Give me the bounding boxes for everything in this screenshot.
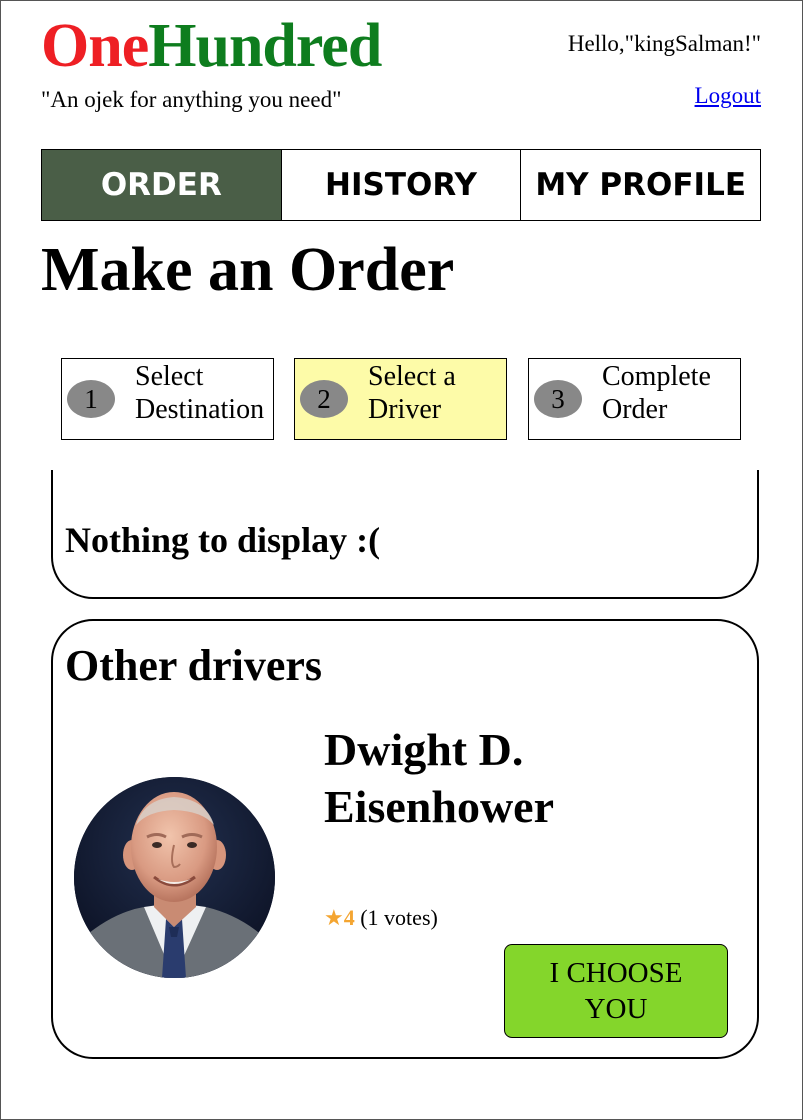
driver-name: Dwight D. Eisenhower: [324, 724, 554, 832]
step-label: Select a Driver: [368, 361, 456, 425]
choose-driver-button[interactable]: I CHOOSE YOU: [504, 944, 728, 1038]
step-select-destination: 1 Select Destination: [61, 358, 274, 440]
preferred-drivers-panel: Nothing to display :(: [51, 470, 759, 599]
brand-hundred: Hundred: [148, 12, 382, 80]
step-number: 2: [300, 380, 348, 418]
step-complete-order: 3 Complete Order: [528, 358, 741, 440]
brand-one: One: [41, 12, 149, 80]
brand-logo: OneHundred: [41, 10, 382, 82]
star-icon: ★: [324, 905, 344, 930]
step-select-driver: 2 Select a Driver: [294, 358, 507, 440]
driver-rating: ★4 (1 votes): [324, 904, 438, 932]
page-title: Make an Order: [41, 236, 455, 304]
step-number: 1: [67, 380, 115, 418]
step-label: Select Destination: [135, 361, 265, 425]
user-greeting: Hello,"kingSalman!": [567, 31, 761, 56]
empty-message: Nothing to display :(: [65, 520, 381, 560]
driver-avatar: [74, 777, 275, 978]
tab-history[interactable]: HISTORY: [280, 150, 521, 220]
rating-votes: (1 votes): [360, 905, 438, 930]
step-label: Complete Order: [602, 361, 711, 425]
driver-portrait-image: [74, 777, 275, 978]
logout-link[interactable]: Logout: [695, 82, 761, 110]
tab-order[interactable]: ORDER: [42, 150, 281, 220]
tagline: "An ojek for anything you need": [41, 87, 342, 112]
other-drivers-title: Other drivers: [65, 641, 323, 690]
rating-score: 4: [343, 905, 355, 930]
main-nav: ORDER HISTORY MY PROFILE: [41, 149, 761, 221]
other-drivers-panel: Other drivers Dwight D. Eisenhower ★4 (1…: [51, 619, 759, 1059]
step-number: 3: [534, 380, 582, 418]
tab-my-profile[interactable]: MY PROFILE: [520, 150, 761, 220]
